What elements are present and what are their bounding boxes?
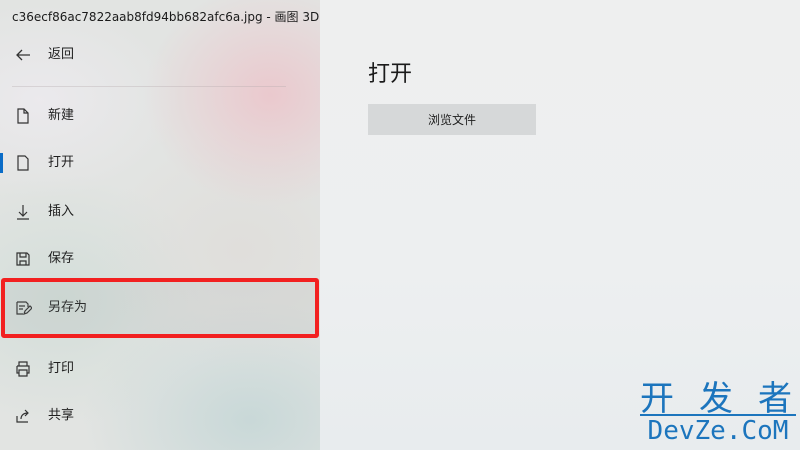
sidebar-item-label: 新建 [48, 108, 75, 123]
watermark-logo: 开发者 DevZe.CoM [640, 380, 796, 446]
page-title: 打开 [368, 62, 413, 87]
sidebar-item-label: 共享 [48, 408, 75, 423]
paint3d-window: 返回 新建 打开 插入 保存 另存为 打印 共享 c36ecf86ac7822a… [0, 0, 800, 450]
sidebar-item-label: 保存 [48, 251, 75, 266]
sidebar-item-save-as[interactable]: 另存为 [0, 286, 320, 330]
sidebar-item-print[interactable]: 打印 [0, 347, 320, 391]
sidebar-item-label: 打开 [48, 155, 75, 170]
file-menu-sidebar: 返回 新建 打开 插入 保存 另存为 打印 共享 [0, 0, 320, 450]
back-button[interactable]: 返回 [0, 33, 320, 77]
open-file-icon [14, 154, 32, 172]
title-bar: c36ecf86ac7822aab8fd94bb682afc6a.jpg - 画… [0, 0, 800, 34]
sidebar-item-label: 另存为 [48, 300, 88, 315]
sidebar-item-open[interactable]: 打开 [0, 141, 320, 185]
save-icon [14, 250, 32, 268]
insert-icon [14, 203, 32, 221]
watermark-bottom-text: DevZe.CoM [647, 416, 789, 446]
watermark-top-text: 开发者 [640, 379, 796, 419]
save-as-icon [14, 299, 32, 317]
new-file-icon [14, 107, 32, 125]
window-title: c36ecf86ac7822aab8fd94bb682afc6a.jpg - 画… [12, 10, 320, 24]
sidebar-item-label: 打印 [48, 361, 75, 376]
back-arrow-icon [14, 46, 32, 64]
share-icon [14, 407, 32, 425]
active-indicator [0, 153, 3, 173]
back-label: 返回 [48, 47, 75, 62]
sidebar-item-insert[interactable]: 插入 [0, 190, 320, 234]
sidebar-item-new[interactable]: 新建 [0, 94, 320, 138]
browse-files-button[interactable]: 浏览文件 [368, 104, 536, 135]
sidebar-divider [12, 86, 286, 87]
sidebar-item-label: 插入 [48, 204, 75, 219]
sidebar-item-save[interactable]: 保存 [0, 237, 320, 281]
sidebar-item-share[interactable]: 共享 [0, 394, 320, 438]
print-icon [14, 360, 32, 378]
